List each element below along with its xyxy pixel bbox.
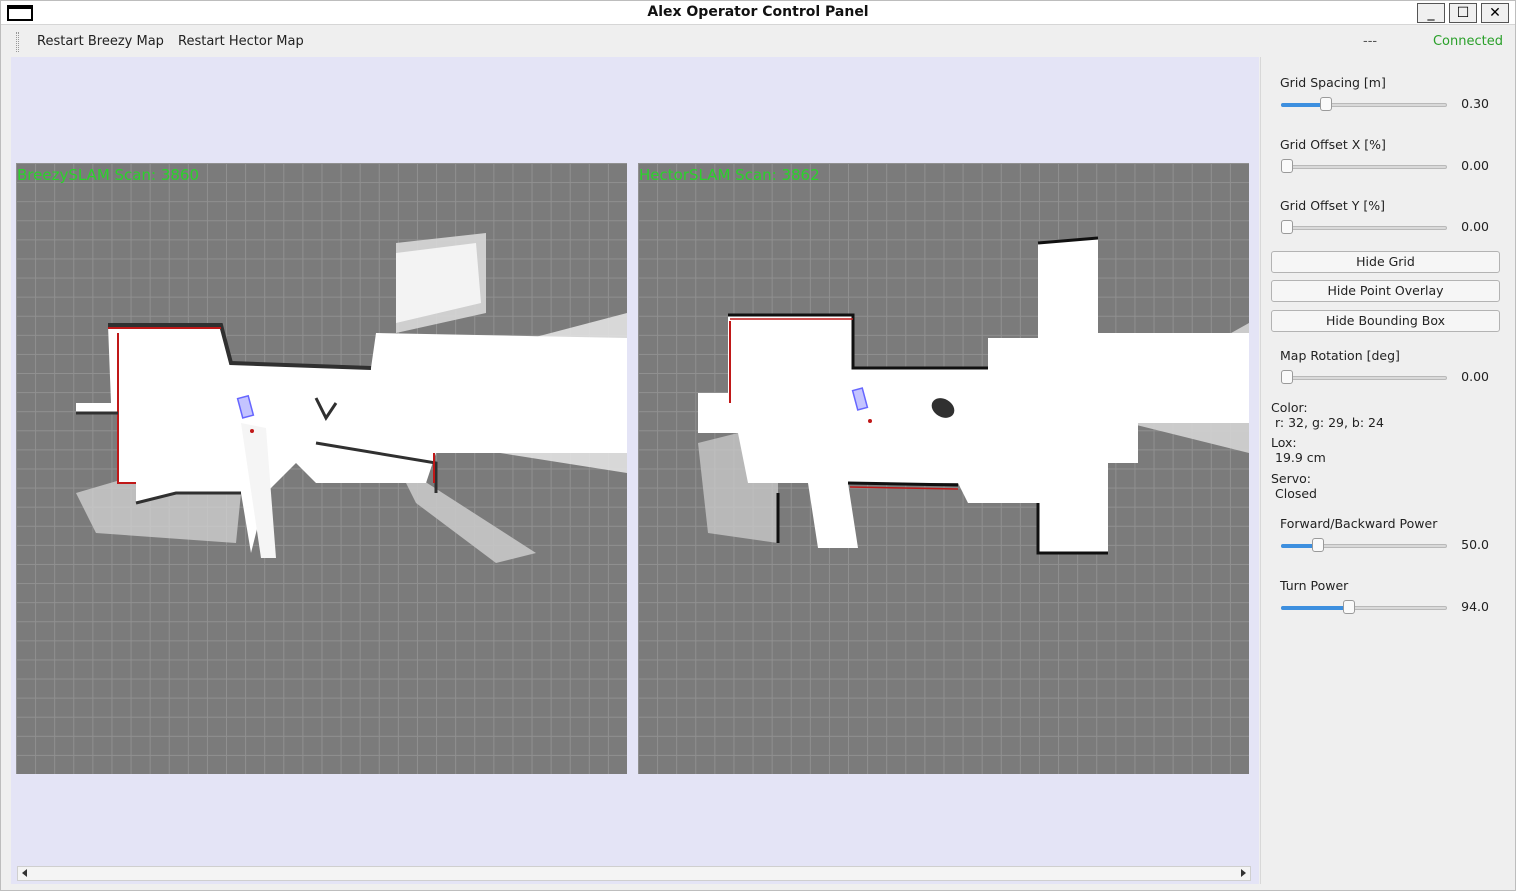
hide-grid-button[interactable]: Hide Grid [1271,251,1500,273]
toolbar: Restart Breezy Map Restart Hector Map --… [9,28,1509,56]
lox-label: Lox: [1271,435,1297,450]
hector-map-image [698,236,1249,555]
hector-scan-label: HectorSLAM Scan: 3862 [639,166,820,184]
turn-power-value: 94.0 [1461,599,1489,614]
grid-offset-x-value: 0.00 [1461,158,1489,173]
grid-offset-x-label: Grid Offset X [%] [1280,137,1386,152]
slider-handle[interactable] [1281,220,1293,234]
lox-value: 19.9 cm [1275,450,1326,465]
turn-power-label: Turn Power [1280,578,1349,593]
slider-handle[interactable] [1281,370,1293,384]
breezy-scan-label: BreezySLAM Scan: 3860 [17,166,199,184]
grid-offset-y-label: Grid Offset Y [%] [1280,198,1385,213]
slider-handle[interactable] [1311,538,1324,552]
close-button[interactable]: ✕ [1481,3,1509,23]
map-view-area[interactable]: BreezySLAM Scan: 3860 HectorSLAM Scan: 3… [11,57,1259,884]
servo-value: Closed [1275,486,1317,501]
fb-power-label: Forward/Backward Power [1280,516,1438,531]
window-title: Alex Operator Control Panel [647,4,869,20]
horizontal-scrollbar[interactable] [17,866,1251,881]
fb-power-slider[interactable] [1281,538,1447,552]
grid-offset-y-slider[interactable] [1281,220,1447,234]
minimize-button[interactable]: _ [1417,3,1445,23]
slider-handle[interactable] [1281,159,1293,173]
turn-power-slider[interactable] [1281,600,1447,614]
scroll-left-icon[interactable] [22,869,27,877]
maximize-button[interactable]: ☐ [1449,3,1477,23]
restart-hector-map-button[interactable]: Restart Hector Map [178,34,304,49]
fb-power-value: 50.0 [1461,537,1489,552]
status-text: --- [1363,34,1378,49]
hector-slam-map[interactable]: HectorSLAM Scan: 3862 [638,163,1249,774]
map-rotation-label: Map Rotation [deg] [1280,348,1400,363]
settings-panel: Grid Spacing [m] 0.30 Grid Offset X [%] … [1260,57,1509,884]
grid-offset-x-slider[interactable] [1281,159,1447,173]
scroll-right-icon[interactable] [1241,869,1246,877]
map-rotation-value: 0.00 [1461,369,1489,384]
color-value: r: 32, g: 29, b: 24 [1275,415,1384,430]
servo-label: Servo: [1271,471,1312,486]
connection-status: Connected [1432,34,1503,49]
color-label: Color: [1271,400,1308,415]
title-bar: Alex Operator Control Panel _ ☐ ✕ [1,1,1515,25]
restart-breezy-map-button[interactable]: Restart Breezy Map [37,34,164,49]
hide-bounding-box-button[interactable]: Hide Bounding Box [1271,310,1500,332]
breezy-map-image [76,233,627,563]
app-window: Alex Operator Control Panel _ ☐ ✕ Restar… [0,0,1516,891]
grid-spacing-slider[interactable] [1281,97,1447,111]
slider-handle[interactable] [1319,97,1332,111]
breezy-slam-map[interactable]: BreezySLAM Scan: 3860 [16,163,627,774]
map-rotation-slider[interactable] [1281,370,1447,384]
toolbar-grip-icon[interactable] [16,32,19,52]
grid-offset-y-value: 0.00 [1461,219,1489,234]
grid-spacing-label: Grid Spacing [m] [1280,75,1386,90]
grid-spacing-value: 0.30 [1461,96,1489,111]
slider-handle[interactable] [1342,600,1355,614]
hide-point-overlay-button[interactable]: Hide Point Overlay [1271,280,1500,302]
